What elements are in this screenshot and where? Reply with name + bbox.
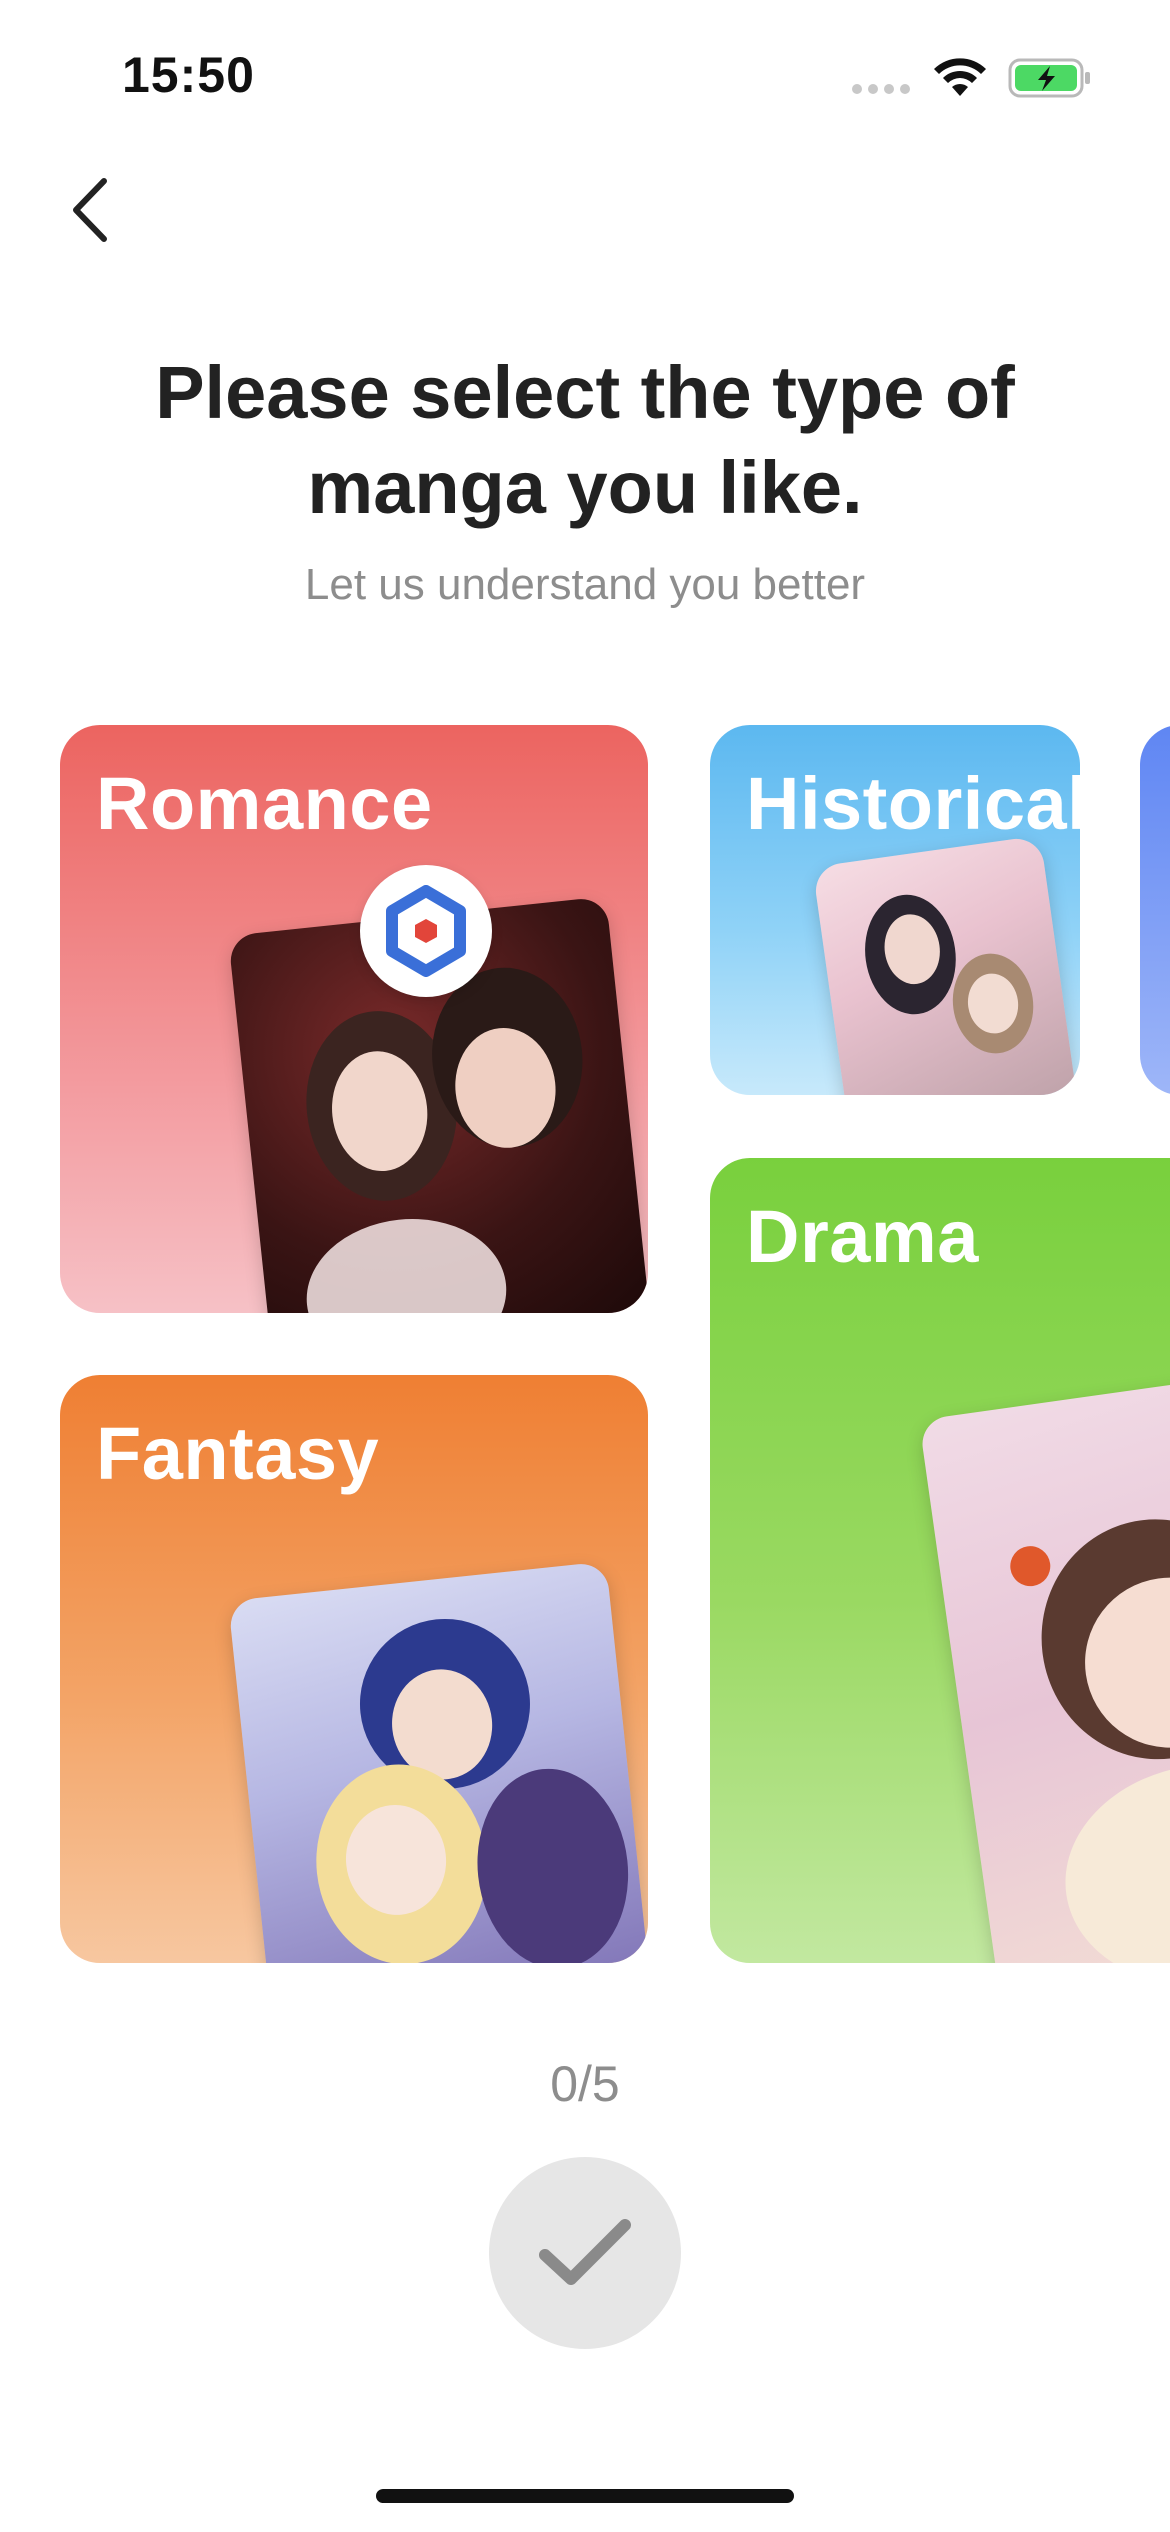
genre-card-partial[interactable] xyxy=(1140,725,1170,1095)
genre-card-drama[interactable]: Drama xyxy=(710,1158,1170,1963)
genre-label-fantasy: Fantasy xyxy=(96,1412,380,1495)
genre-selection-screen: 15:50 Please select the type of manga yo… xyxy=(0,0,1170,2532)
page-title: Please select the type of manga you like… xyxy=(155,351,1015,529)
chevron-left-icon xyxy=(73,178,107,242)
genre-card-romance[interactable]: Romance xyxy=(60,725,648,1313)
genre-label-historical: Historical xyxy=(746,762,1080,845)
confirm-button[interactable] xyxy=(489,2157,681,2349)
battery-charging-icon xyxy=(1008,58,1090,98)
home-indicator xyxy=(376,2489,794,2503)
cellular-signal-icon xyxy=(852,84,910,94)
checkmark-icon xyxy=(539,2219,631,2285)
historical-cover-image xyxy=(812,835,1078,1095)
genre-card-fantasy[interactable]: Fantasy xyxy=(60,1375,648,1963)
wifi-icon xyxy=(934,58,986,96)
status-time: 15:50 xyxy=(122,47,255,103)
page-subtitle: Let us understand you better xyxy=(304,560,866,609)
status-bar: 15:50 xyxy=(0,0,1170,150)
hexagon-logo-icon xyxy=(360,865,492,997)
selection-counter: 0/5 xyxy=(550,2056,620,2112)
back-button[interactable] xyxy=(60,170,120,250)
drama-cover-image xyxy=(918,1361,1170,1963)
genre-card-historical[interactable]: Historical xyxy=(710,725,1080,1095)
genre-label-drama: Drama xyxy=(746,1195,979,1278)
fantasy-cover-image xyxy=(228,1561,648,1963)
genre-label-romance: Romance xyxy=(96,762,433,845)
